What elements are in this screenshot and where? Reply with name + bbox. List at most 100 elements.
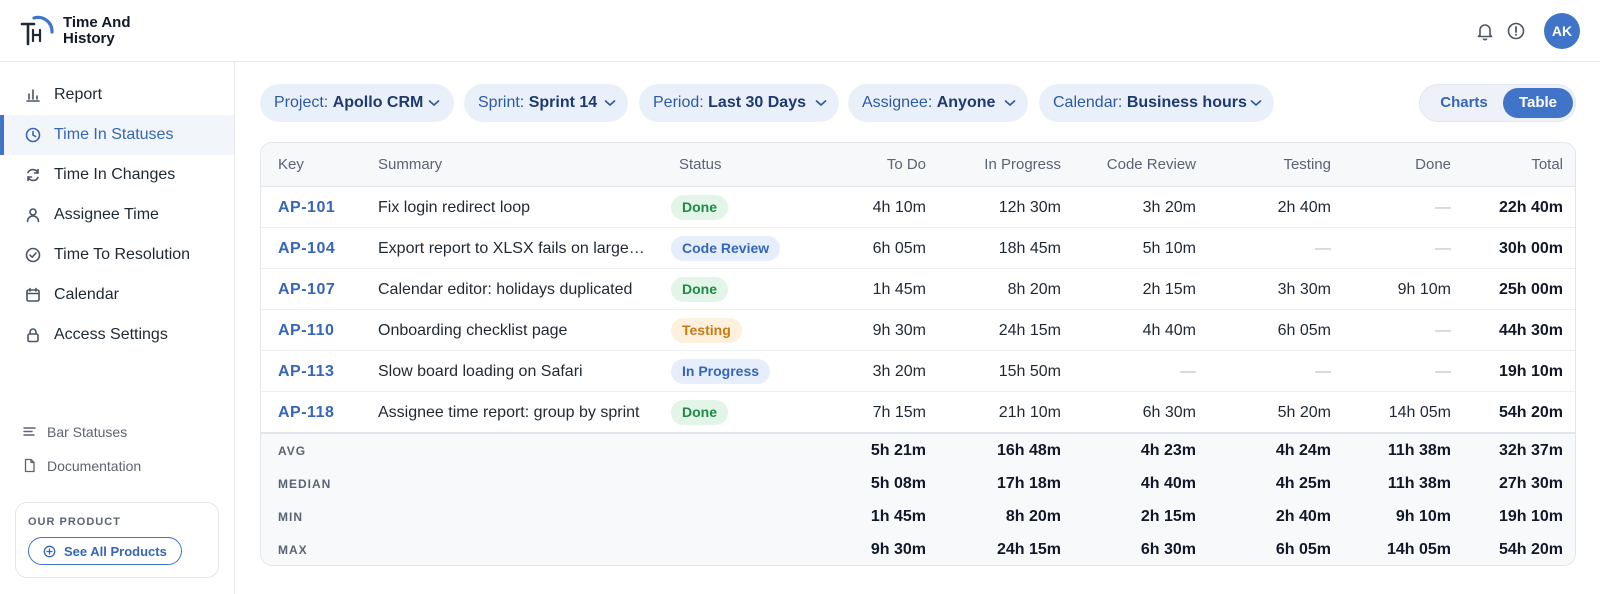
sidebar-item-label: Assignee Time: [54, 206, 159, 223]
filter-calendar[interactable]: Calendar: Business hours: [1039, 84, 1274, 122]
user-icon: [26, 208, 40, 223]
table-row[interactable]: AP-101 Fix login redirect loop Done 4h 10m 1…: [261, 187, 1575, 228]
table-row[interactable]: AP-113 Slow board loading on Safari In Pro…: [261, 351, 1575, 392]
status-badge: Testing: [671, 318, 742, 343]
table-row[interactable]: AP-118 Assignee time report: group by spr…: [261, 392, 1575, 433]
refresh-icon: [27, 168, 39, 182]
column-header-status[interactable]: Status: [679, 156, 722, 173]
status-badge: Code Review: [671, 236, 781, 261]
filter-period[interactable]: Period: Last 30 Days: [639, 84, 839, 122]
issue-key-link[interactable]: AP-113: [278, 363, 334, 381]
calendar-icon: [26, 287, 40, 302]
issue-summary: Onboarding checklist page: [378, 322, 568, 339]
column-header-in-progress[interactable]: In Progress: [984, 156, 1061, 173]
column-header-testing[interactable]: Testing: [1283, 156, 1331, 173]
chevron-down-icon: [815, 100, 827, 106]
issue-key-link[interactable]: AP-101: [278, 199, 335, 217]
cell-testing: —: [1315, 240, 1331, 257]
table-row[interactable]: AP-107 Calendar editor: holidays duplicat…: [261, 269, 1575, 310]
sidebar-item-label: Time To Resolution: [54, 246, 191, 263]
cell-done: —: [1435, 363, 1451, 380]
sidebar-item-time-in-changes[interactable]: Time In Changes: [0, 155, 234, 195]
info-icon[interactable]: [1505, 20, 1527, 42]
issue-key-link[interactable]: AP-110: [278, 322, 334, 340]
view-toggle: Charts Table: [1419, 84, 1576, 122]
filter-sprint[interactable]: Sprint: Sprint 14: [464, 84, 628, 122]
sidebar-item-documentation[interactable]: Documentation: [0, 453, 234, 479]
lock-icon: [27, 328, 39, 343]
sidebar-item-time-to-resolution[interactable]: Time To Resolution: [0, 235, 234, 275]
cell-inprogress: 8h 20m: [1007, 281, 1061, 298]
bars-icon: [23, 427, 36, 436]
charts-toggle-button[interactable]: Charts: [1426, 88, 1502, 118]
sidebar-item-bar-statuses[interactable]: Bar Statuses: [0, 419, 234, 445]
issue-summary: Calendar editor: holidays duplicated: [378, 281, 633, 298]
logo-icon: [20, 15, 54, 46]
sidebar-item-report[interactable]: Report: [0, 75, 234, 115]
table-toggle-button[interactable]: Table: [1503, 88, 1573, 118]
cell-done: 14h 05m: [1388, 404, 1451, 421]
summary-label: AVG: [278, 444, 307, 458]
column-header-done[interactable]: Done: [1415, 156, 1451, 173]
bar-chart-icon: [26, 89, 40, 102]
summary-codereview: 6h 30m: [1140, 541, 1196, 558]
time-in-statuses-table: Key Summary Status To Do In Progress Cod…: [260, 142, 1576, 566]
summary-label: MIN: [278, 510, 303, 524]
summary-testing: 4h 25m: [1275, 475, 1331, 492]
see-all-products-button[interactable]: See All Products: [28, 537, 182, 565]
sidebar-item-label: Access Settings: [54, 326, 168, 343]
summary-inprogress: 8h 20m: [1005, 508, 1061, 525]
sidebar-item-access-settings[interactable]: Access Settings: [0, 315, 234, 355]
column-header-to-do[interactable]: To Do: [887, 156, 926, 173]
brand-name: Time And History: [63, 14, 131, 47]
sidebar-item-assignee-time[interactable]: Assignee Time: [0, 195, 234, 235]
summary-testing: 2h 40m: [1275, 508, 1331, 525]
bell-icon[interactable]: [1474, 20, 1496, 42]
sidebar-item-time-in-statuses[interactable]: Time In Statuses: [0, 115, 234, 155]
summary-codereview: 4h 23m: [1140, 442, 1196, 459]
chevron-down-icon: [1250, 100, 1262, 106]
summary-row-median: MEDIAN 5h 08m 17h 18m 4h 40m 4h 25m 11h 38m 27…: [261, 468, 1575, 501]
filter-assignee-text: Assignee: Anyone: [862, 94, 996, 111]
status-badge: Done: [671, 277, 728, 302]
summary-total: 32h 37m: [1498, 442, 1563, 459]
filter-project[interactable]: Project: Apollo CRM: [260, 84, 454, 122]
filter-calendar-text: Calendar: Business hours: [1053, 94, 1247, 111]
issue-key-link[interactable]: AP-104: [278, 240, 335, 258]
avatar[interactable]: AK: [1544, 13, 1580, 49]
sidebar-item-calendar[interactable]: Calendar: [0, 275, 234, 315]
cell-testing: 6h 05m: [1277, 322, 1331, 339]
sidebar: Report Time In Statuses Time In Changes …: [0, 62, 235, 594]
clock-icon: [25, 127, 41, 143]
column-header-key[interactable]: Key: [278, 156, 304, 173]
chevron-down-icon: [1004, 100, 1016, 106]
table-header: Key Summary Status To Do In Progress Cod…: [261, 143, 1575, 187]
summary-label: MEDIAN: [278, 477, 332, 491]
summary-done: 11h 38m: [1387, 475, 1451, 492]
issue-key-link[interactable]: AP-107: [278, 281, 335, 299]
cell-testing: 2h 40m: [1277, 199, 1331, 216]
cell-testing: —: [1315, 363, 1331, 380]
sidebar-item-label: Report: [54, 86, 103, 103]
column-header-summary[interactable]: Summary: [378, 156, 442, 173]
sidebar-item-label: Time In Statuses: [54, 126, 174, 143]
filter-period-text: Period: Last 30 Days: [653, 94, 806, 111]
filter-assignee[interactable]: Assignee: Anyone: [848, 84, 1028, 122]
summary-testing: 6h 05m: [1275, 541, 1331, 558]
column-header-code-review[interactable]: Code Review: [1107, 156, 1196, 173]
issue-summary: Export report to XLSX fails on large dat…: [378, 240, 648, 257]
summary-codereview: 2h 15m: [1140, 508, 1196, 525]
summary-label: MAX: [278, 543, 308, 557]
cell-todo: 4h 10m: [872, 199, 926, 216]
table-row[interactable]: AP-104 Export report to XLSX fails on lar…: [261, 228, 1575, 269]
filter-sprint-text: Sprint: Sprint 14: [478, 94, 598, 111]
issue-key-link[interactable]: AP-118: [278, 404, 334, 422]
column-header-total[interactable]: Total: [1531, 156, 1563, 173]
cell-total: 19h 10m: [1498, 363, 1563, 380]
cell-codereview: 6h 30m: [1142, 404, 1196, 421]
summary-codereview: 4h 40m: [1140, 475, 1196, 492]
issue-summary: Slow board loading on Safari: [378, 363, 583, 380]
cell-done: —: [1435, 240, 1451, 257]
table-row[interactable]: AP-110 Onboarding checklist page Testing 9h…: [261, 310, 1575, 351]
summary-todo: 9h 30m: [870, 541, 926, 558]
